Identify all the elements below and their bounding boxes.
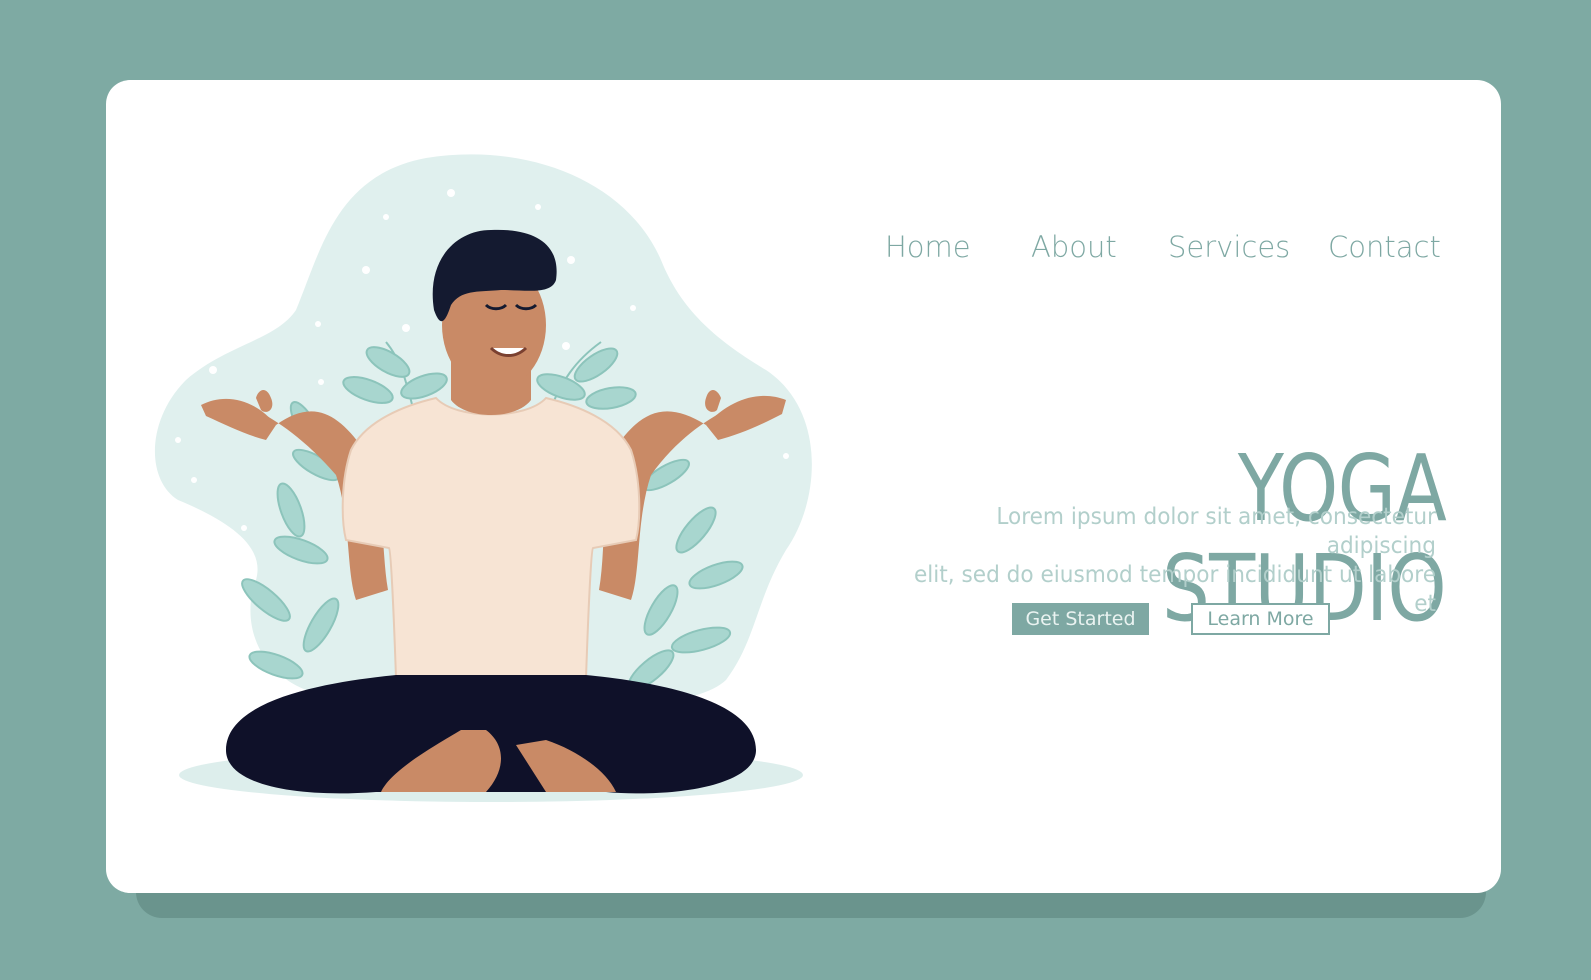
learn-more-button[interactable]: Learn More [1191, 603, 1330, 635]
hero-description-line-1: Lorem ipsum dolor sit amet, consectetur … [996, 504, 1436, 559]
meditation-illustration [154, 154, 812, 802]
nav-home-link[interactable]: Home [885, 230, 971, 264]
nav-about-link[interactable]: About [1031, 230, 1117, 264]
landing-card: Home About Services Contact YOGA STUDIO … [106, 80, 1501, 893]
hero-description: Lorem ipsum dolor sit amet, consectetur … [891, 503, 1436, 619]
nav-contact-link[interactable]: Contact [1328, 230, 1441, 264]
hero-description-line-2: elit, sed do eiusmod tempor incididunt u… [913, 562, 1436, 617]
get-started-button[interactable]: Get Started [1012, 603, 1149, 635]
nav-services-link[interactable]: Services [1168, 230, 1290, 264]
main-nav: Home About Services Contact [106, 230, 1501, 270]
